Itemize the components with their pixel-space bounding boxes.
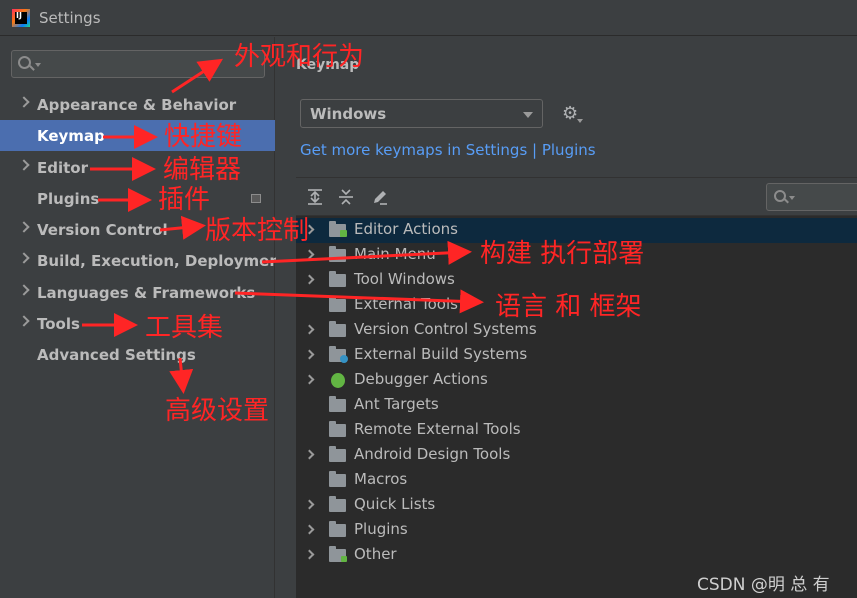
project-level-icon (251, 194, 261, 203)
sidebar-item-plugins[interactable]: Plugins (0, 183, 275, 214)
tree-row-other[interactable]: Other (296, 543, 857, 568)
chevron-right-icon[interactable] (18, 315, 30, 327)
title-bar: IJ Settings (0, 0, 857, 36)
edit-shortcut-icon[interactable] (371, 188, 389, 206)
tree-row-macros[interactable]: Macros (296, 468, 857, 493)
chevron-right-icon[interactable] (304, 499, 315, 510)
folder-icon (329, 396, 346, 412)
sidebar-item-advanced-settings[interactable]: Advanced Settings (0, 339, 275, 370)
folder-icon (329, 296, 346, 312)
sidebar-item-label: Tools (37, 314, 80, 333)
keymap-selected-value: Windows (310, 105, 387, 123)
keymap-dropdown[interactable]: Windows (300, 99, 543, 128)
folder-icon (329, 471, 346, 487)
gear-dropdown-icon[interactable] (577, 119, 583, 123)
folder-icon (329, 246, 346, 262)
chevron-right-icon[interactable] (304, 449, 315, 460)
search-icon (18, 56, 31, 69)
chevron-right-icon[interactable] (18, 96, 30, 108)
chevron-right-icon[interactable] (304, 374, 315, 385)
folder-icon (329, 271, 346, 287)
annotation-keymap: 快捷键 (164, 122, 243, 152)
get-more-keymaps-link[interactable]: Get more keymaps in Settings | Plugins (300, 141, 596, 159)
chevron-right-icon[interactable] (18, 159, 30, 171)
annotation-languages: 语言 和 框架 (495, 292, 642, 322)
search-dropdown-icon[interactable] (789, 196, 795, 200)
annotation-editor: 编辑器 (163, 155, 242, 185)
settings-search-box[interactable] (11, 50, 265, 78)
tree-row-external-build-systems[interactable]: External Build Systems (296, 343, 857, 368)
sidebar-item-label: Editor (37, 158, 88, 177)
gear-badge-icon (340, 355, 348, 363)
chevron-right-icon[interactable] (304, 249, 315, 260)
folder-icon (329, 521, 346, 537)
expand-all-icon[interactable] (306, 188, 324, 206)
chevron-right-icon[interactable] (304, 349, 315, 360)
sidebar-item-label: Version Control (37, 220, 168, 239)
gear-icon[interactable]: ⚙ (562, 105, 578, 123)
annotation-build: 构建 执行部署 (480, 239, 645, 269)
folder-icon (329, 321, 346, 337)
sidebar-item-label: Plugins (37, 189, 100, 208)
sidebar-item-tools[interactable]: Tools (0, 308, 275, 339)
annotation-plugins: 插件 (158, 185, 211, 215)
chevron-right-icon[interactable] (304, 549, 315, 560)
sidebar-item-appearance-behavior[interactable]: Appearance & Behavior (0, 89, 275, 120)
window-title: Settings (39, 8, 101, 27)
tree-row-tool-windows[interactable]: Tool Windows (296, 268, 857, 293)
chevron-right-icon[interactable] (18, 252, 30, 264)
annotation-advanced: 高级设置 (165, 396, 270, 426)
watermark: CSDN @明 总 有 (697, 575, 830, 595)
sidebar-item-label: Languages & Frameworks (37, 283, 256, 302)
editor-badge-icon (340, 230, 347, 237)
bug-icon (331, 373, 345, 388)
other-badge-icon (341, 556, 347, 562)
sidebar-item-label: Advanced Settings (37, 345, 196, 364)
folder-icon (329, 496, 346, 512)
tree-row-remote-external-tools[interactable]: Remote External Tools (296, 418, 857, 443)
tree-row-android-design-tools[interactable]: Android Design Tools (296, 443, 857, 468)
chevron-right-icon[interactable] (304, 524, 315, 535)
chevron-right-icon[interactable] (304, 274, 315, 285)
sidebar-item-label: Keymap (37, 126, 105, 145)
intellij-logo-icon: IJ (12, 8, 30, 27)
sidebar-item-languages-frameworks[interactable]: Languages & Frameworks (0, 277, 275, 308)
settings-search-input[interactable] (42, 53, 257, 75)
sidebar-item-build-execution-deployment[interactable]: Build, Execution, Deployment (0, 245, 287, 276)
chevron-right-icon[interactable] (304, 324, 315, 335)
folder-icon (329, 421, 346, 437)
chevron-right-icon[interactable] (18, 221, 30, 233)
search-icon (774, 190, 786, 202)
chevron-right-icon[interactable] (18, 284, 30, 296)
tree-row-debugger-actions[interactable]: Debugger Actions (296, 368, 857, 393)
chevron-down-icon[interactable] (523, 112, 533, 118)
collapse-all-icon[interactable] (337, 188, 355, 206)
annotation-appearance: 外观和行为 (234, 42, 365, 72)
annotation-version-control: 版本控制 (205, 216, 310, 246)
tree-row-quick-lists[interactable]: Quick Lists (296, 493, 857, 518)
tree-row-ant-targets[interactable]: Ant Targets (296, 393, 857, 418)
shortcut-search-box[interactable] (766, 183, 857, 211)
tree-row-plugins[interactable]: Plugins (296, 518, 857, 543)
annotation-tools: 工具集 (145, 313, 224, 343)
sidebar-item-label: Build, Execution, Deployment (37, 251, 288, 270)
folder-icon (329, 446, 346, 462)
search-dropdown-icon[interactable] (35, 63, 41, 67)
keymap-toolbar (296, 178, 857, 216)
sidebar-item-label: Appearance & Behavior (37, 95, 237, 114)
